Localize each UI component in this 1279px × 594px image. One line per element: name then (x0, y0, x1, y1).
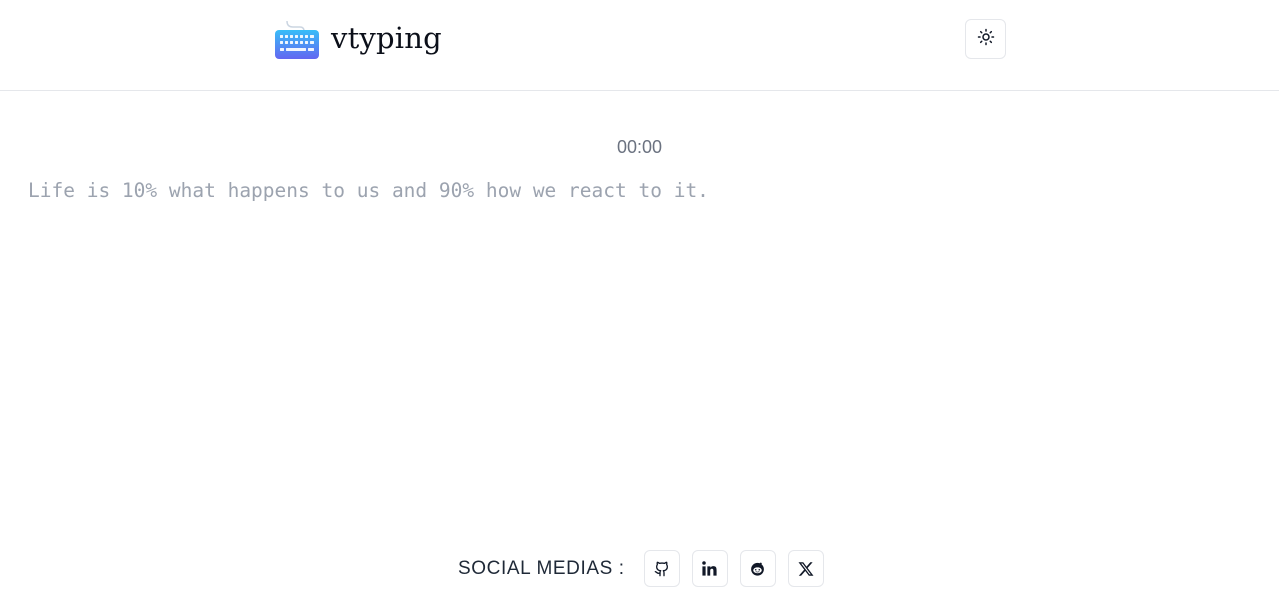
social-medias-label: SOCIAL MEDIAS : (458, 557, 625, 579)
x-icon (797, 560, 815, 578)
linkedin-icon (701, 560, 718, 577)
footer: SOCIAL MEDIAS : (458, 550, 824, 587)
reddit-button[interactable] (739, 550, 776, 587)
brand[interactable]: vtyping (274, 18, 442, 60)
typing-text-area[interactable]: Life is 10% what happens to us and 90% h… (28, 179, 709, 202)
top-header: vtyping (0, 0, 1279, 91)
github-button[interactable] (643, 550, 680, 587)
github-icon (654, 561, 670, 577)
brand-name: vtyping (331, 20, 442, 55)
linkedin-button[interactable] (691, 550, 728, 587)
reddit-icon (749, 560, 766, 577)
x-button[interactable] (787, 550, 824, 587)
theme-toggle-button[interactable] (965, 19, 1006, 59)
timer: 00:00 (616, 137, 663, 157)
keyboard-icon (274, 18, 320, 60)
sun-icon (977, 28, 995, 51)
